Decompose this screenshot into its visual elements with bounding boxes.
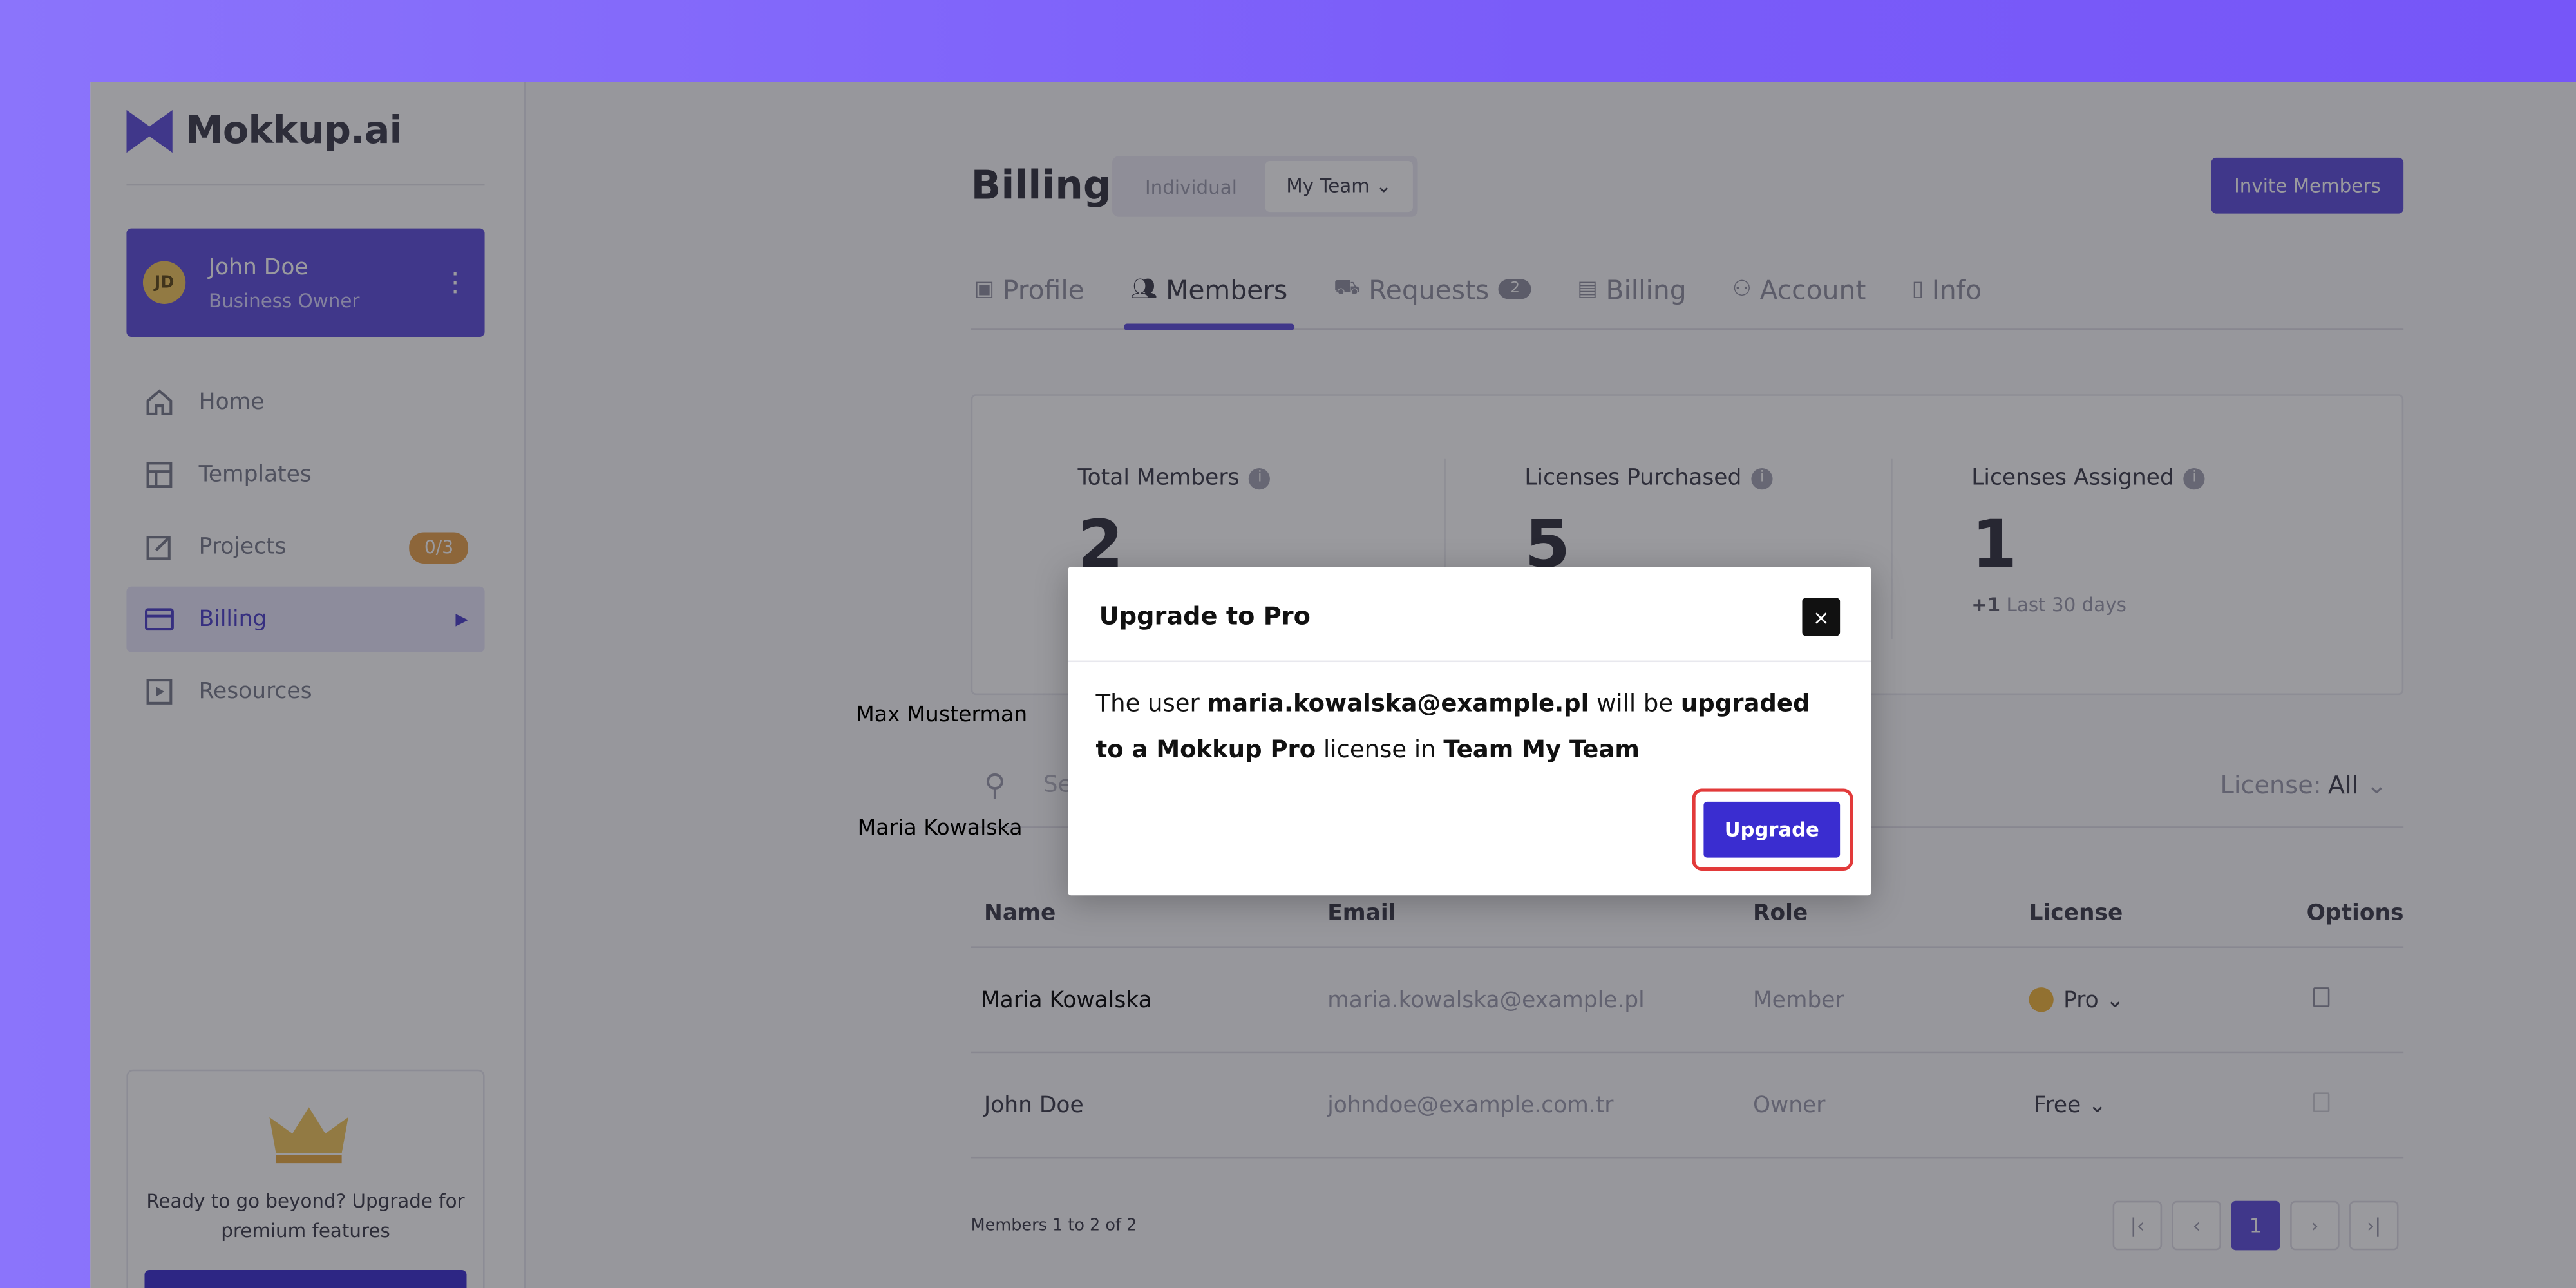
modal-message: The user maria.kowalska@example.pl will … (1096, 682, 1819, 774)
modal-header: Upgrade to Pro × (1068, 567, 1871, 663)
message-text: license in (1316, 737, 1444, 764)
modal-title: Upgrade to Pro (1099, 601, 1311, 631)
message-text: The user (1095, 691, 1208, 718)
message-team: Team My Team (1443, 737, 1640, 764)
message-email: maria.kowalska@example.pl (1207, 691, 1589, 718)
close-icon: × (1812, 605, 1830, 629)
floating-label: Maria Kowalska (857, 816, 1023, 842)
message-text: will be (1589, 691, 1681, 718)
upgrade-modal: Upgrade to Pro × The user maria.kowalska… (1068, 567, 1871, 896)
upgrade-button[interactable]: Upgrade (1703, 801, 1841, 858)
close-button[interactable]: × (1802, 598, 1841, 636)
floating-label: Max Musterman (856, 703, 1028, 728)
